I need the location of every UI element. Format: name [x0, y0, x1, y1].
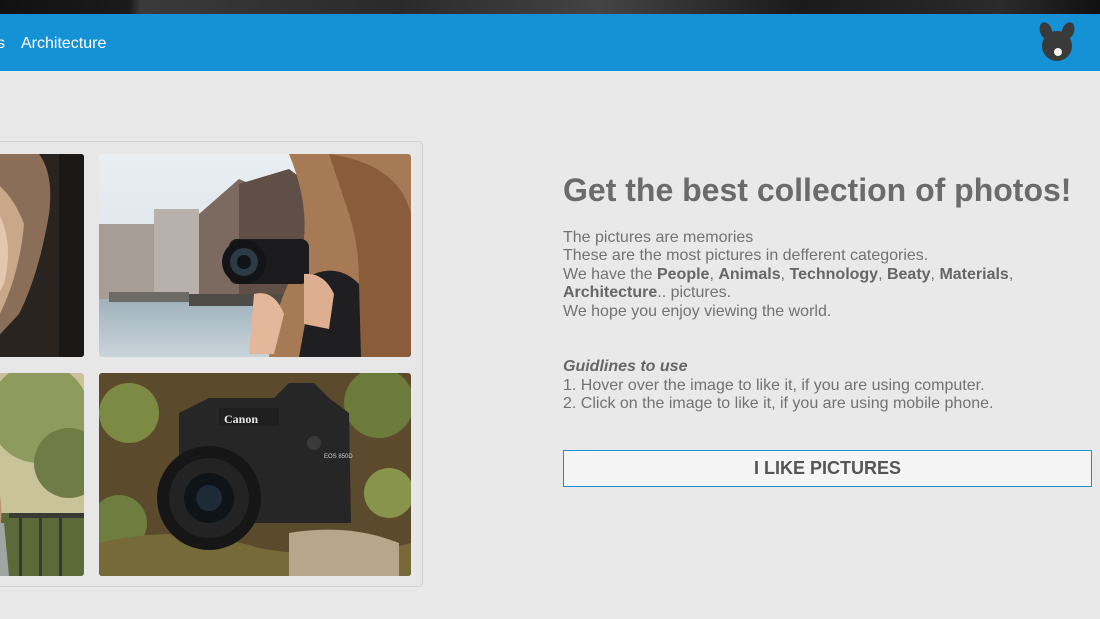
intro-line-4: We hope you enjoy viewing the world.: [563, 302, 832, 320]
category-technology: Technology: [789, 265, 879, 283]
person-outdoors-photo[interactable]: [0, 373, 84, 576]
navbar: s Architecture: [0, 14, 1100, 71]
guidelines: Guidlines to use 1. Hover over the image…: [563, 358, 1083, 414]
guideline-1: 1. Hover over the image to like it, if y…: [563, 376, 985, 394]
canon-camera-photo[interactable]: Canon EOS 850D: [99, 373, 411, 576]
browser-top-strip: [0, 0, 1100, 14]
camera-brand-text: Canon: [224, 412, 258, 426]
intro-text: The pictures are memories These are the …: [563, 229, 1083, 321]
nav-link-partial[interactable]: s: [0, 35, 5, 53]
category-beaty: Beaty: [886, 265, 931, 283]
category-people: People: [656, 265, 710, 283]
bear-face-icon[interactable]: [1036, 21, 1078, 63]
woman-with-camera-photo[interactable]: [99, 154, 411, 357]
intro-line-2: These are the most pictures in defferent…: [563, 247, 929, 265]
photo-gallery: Canon EOS 850D: [0, 141, 423, 587]
page-headline: Get the best collection of photos!: [563, 172, 1072, 208]
camera-model-text: EOS 850D: [324, 454, 353, 460]
guideline-2: 2. Click on the image to like it, if you…: [563, 395, 994, 413]
category-animals: Animals: [718, 265, 781, 283]
intro-line-1: The pictures are memories: [563, 229, 754, 246]
intro-line-3: We have the People, Animals, Technology,…: [563, 265, 1014, 302]
category-materials: Materials: [939, 265, 1009, 283]
like-pictures-button[interactable]: I LIKE PICTURES: [563, 450, 1092, 487]
nav-link-architecture[interactable]: Architecture: [21, 35, 106, 53]
category-architecture: Architecture: [563, 284, 658, 302]
guidelines-heading: Guidlines to use: [563, 358, 688, 375]
person-portrait-photo[interactable]: [0, 154, 84, 357]
